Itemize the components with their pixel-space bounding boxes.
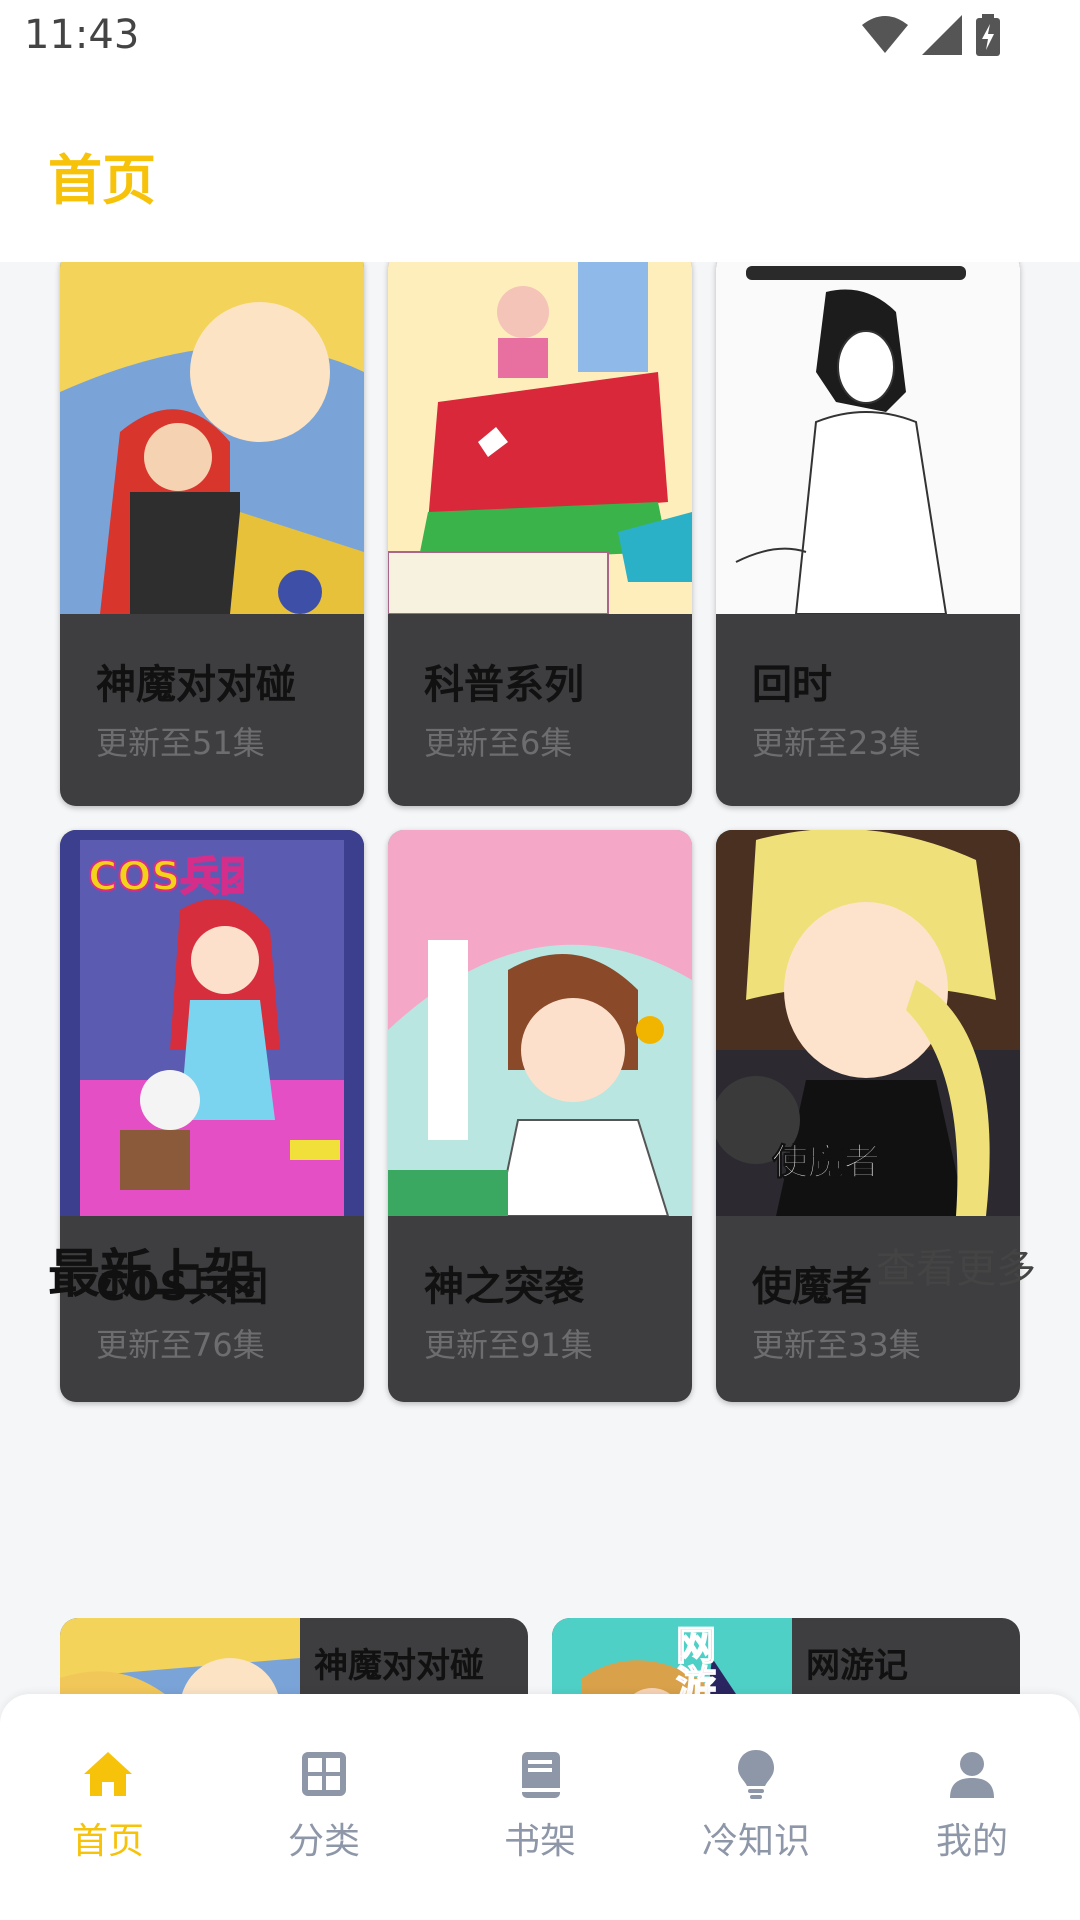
shimozhe-logo: 使魔者 xyxy=(772,1142,881,1184)
comic-card[interactable]: 科普系列 更新至6集 xyxy=(388,262,692,806)
nav-label: 冷知识 xyxy=(701,1821,810,1862)
nav-item-category[interactable]: 分类 xyxy=(216,1694,432,1920)
bottom-nav: 首页 分类 书架 冷知识 我的 xyxy=(0,1694,1080,1920)
comic-title: 回时 xyxy=(752,662,832,708)
comic-card[interactable]: 回时 更新至23集 xyxy=(716,262,1020,806)
nav-item-home[interactable]: 首页 xyxy=(0,1694,216,1920)
comic-title: 科普系列 xyxy=(424,662,584,708)
comic-episodes: 更新至23集 xyxy=(752,724,921,762)
comic-title: 神魔对对碰 xyxy=(96,662,296,708)
nav-label: 分类 xyxy=(287,1821,360,1862)
comic-card[interactable]: COS兵团 COS兵团 更新至76集 xyxy=(60,830,364,1402)
nav-label: 首页 xyxy=(71,1821,144,1862)
comic-title: 使魔者 xyxy=(752,1264,872,1310)
cos-logo: COS兵团 xyxy=(87,853,244,901)
nav-label: 书架 xyxy=(503,1821,576,1862)
comic-episodes: 更新至76集 xyxy=(96,1326,265,1364)
signal-icon xyxy=(922,15,962,55)
comic-episodes: 更新至33集 xyxy=(752,1326,921,1364)
comic-cover xyxy=(388,262,692,614)
wangyou-logo-text: 网游 xyxy=(669,1624,716,1694)
home-icon xyxy=(84,1752,132,1796)
latest-card[interactable]: 神魔对对碰 xyxy=(60,1618,528,1694)
status-icons xyxy=(862,14,1000,56)
comic-title: 神之突袭 xyxy=(424,1264,584,1310)
comic-episodes: 更新至91集 xyxy=(424,1326,593,1364)
nav-item-bookshelf[interactable]: 书架 xyxy=(432,1694,648,1920)
page-title: 首页 xyxy=(48,149,156,212)
comic-card[interactable]: 神魔对对碰 更新至51集 xyxy=(60,262,364,806)
comic-cover xyxy=(388,830,692,1216)
content-scroll[interactable]: 神魔对对碰 更新至51集 科普系列 更新至6集 回时 更新至23集 COS兵团 … xyxy=(0,262,1080,1694)
person-icon xyxy=(950,1752,994,1798)
status-bar: 11:43 xyxy=(0,0,1080,76)
comic-episodes: 更新至6集 xyxy=(424,724,573,762)
app-header: 首页 xyxy=(0,76,1080,262)
status-time: 11:43 xyxy=(24,12,140,58)
latest-title: 网游记 xyxy=(806,1646,908,1686)
bulb-icon xyxy=(738,1750,774,1799)
battery-icon xyxy=(976,14,1000,56)
comic-card[interactable]: 神之突袭 更新至91集 xyxy=(388,830,692,1402)
wifi-icon xyxy=(862,16,908,53)
latest-title: 神魔对对碰 xyxy=(314,1646,484,1686)
latest-card[interactable]: 网游 网游记 xyxy=(552,1618,1020,1694)
see-more-link[interactable]: 查看更多 xyxy=(876,1236,1036,1294)
comic-cover xyxy=(60,262,364,614)
grid-icon xyxy=(302,1752,346,1796)
section-title-latest: 最新上架 xyxy=(48,1245,257,1305)
comic-card[interactable]: 使魔者 使魔者 更新至33集 xyxy=(716,830,1020,1402)
latest-cover xyxy=(60,1618,300,1694)
nav-item-trivia[interactable]: 冷知识 xyxy=(648,1694,864,1920)
book-icon xyxy=(522,1752,560,1798)
comic-episodes: 更新至51集 xyxy=(96,724,265,762)
shimozhe-logo-text: 使魔者 xyxy=(772,1142,880,1183)
nav-item-profile[interactable]: 我的 xyxy=(864,1694,1080,1920)
wangyou-logo: 网游 xyxy=(668,1623,717,1694)
comic-cover xyxy=(716,262,1020,614)
cos-logo-text: COS兵团 xyxy=(88,854,244,900)
nav-label: 我的 xyxy=(935,1821,1008,1862)
